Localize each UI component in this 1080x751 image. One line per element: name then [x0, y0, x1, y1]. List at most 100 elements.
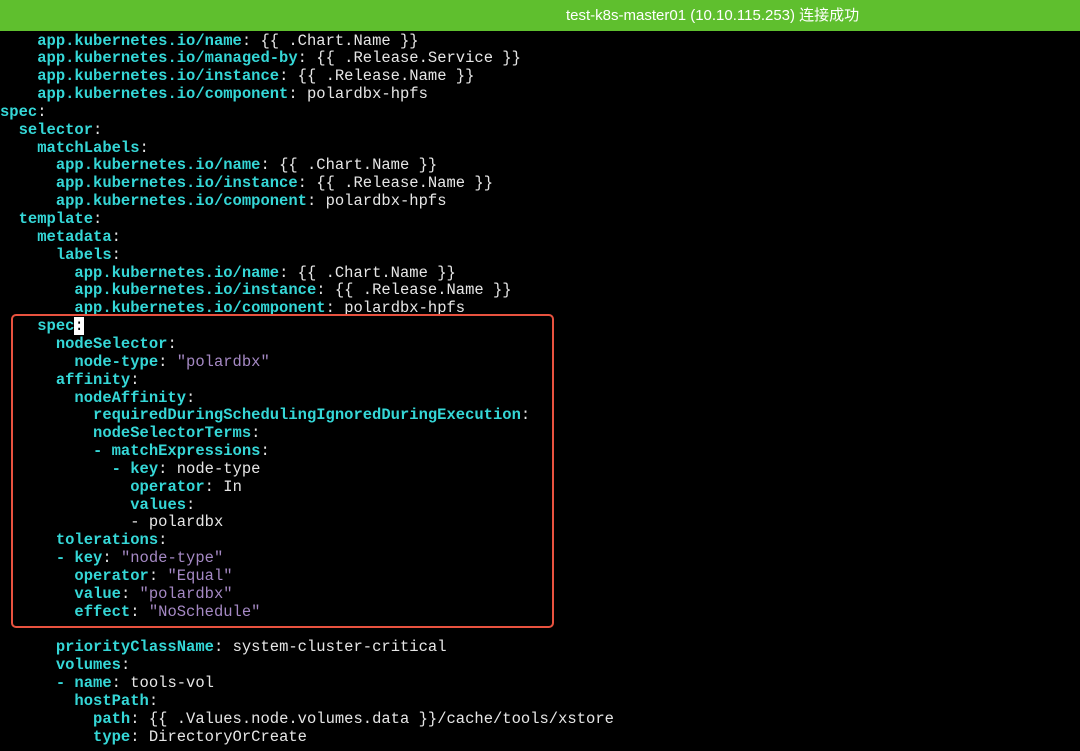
yaml-text [0, 281, 74, 299]
yaml-key: app.kubernetes.io/instance [74, 281, 317, 300]
terminal-line: affinity: [0, 371, 140, 389]
yaml-text: node-type [176, 459, 261, 478]
yaml-text: : [186, 495, 196, 514]
terminal-line: app.kubernetes.io/instance: {{ .Release.… [0, 281, 512, 300]
yaml-text [0, 442, 93, 460]
yaml-key: app.kubernetes.io/name [55, 156, 261, 175]
terminal-line: - key: node-type [0, 459, 261, 478]
yaml-text [0, 728, 93, 746]
yaml-key: key [74, 549, 103, 568]
yaml-key: app.kubernetes.io/instance [55, 174, 298, 193]
yaml-key: volumes [55, 656, 121, 675]
yaml-text: {{ .Release.Name }} [334, 281, 512, 300]
yaml-text: : [260, 442, 270, 461]
yaml-text: : [260, 156, 280, 175]
yaml-text: : [158, 531, 168, 550]
yaml-text: : [325, 299, 345, 318]
terminal-line: app.kubernetes.io/component: polardbx-hp… [0, 192, 447, 210]
yaml-string: "polardbx" [139, 584, 233, 603]
yaml-key: - [111, 459, 131, 478]
yaml-text: : [520, 406, 531, 425]
yaml-text: : [120, 656, 131, 675]
terminal-line: app.kubernetes.io/instance: {{ .Release.… [0, 174, 493, 192]
yaml-key: nodeSelector [55, 334, 168, 353]
terminal-line: - key: "node-type" [0, 549, 223, 567]
terminal-line: selector: [0, 120, 103, 139]
terminal-line: requiredDuringSchedulingIgnoredDuringExe… [0, 406, 530, 424]
yaml-text [0, 299, 74, 317]
terminal-line: operator: "Equal" [0, 567, 232, 585]
yaml-key: - [93, 442, 112, 461]
connection-status-text: test-k8s-master01 (10.10.115.253) 连接成功 [566, 7, 860, 24]
yaml-text [0, 531, 56, 549]
yaml-key: path [93, 709, 131, 728]
yaml-text: : [130, 709, 149, 728]
terminal-line: tolerations: [0, 531, 168, 550]
yaml-text [0, 85, 37, 103]
terminal-line: nodeAffinity: [0, 389, 195, 407]
yaml-text [0, 121, 19, 139]
yaml-key: nodeSelectorTerms [93, 424, 252, 443]
yaml-text: polardbx-hpfs [344, 299, 466, 318]
yaml-text [0, 174, 56, 192]
yaml-text: : [139, 138, 149, 157]
yaml-text: : [186, 388, 196, 407]
terminal-line: nodeSelector: [0, 335, 177, 353]
yaml-text [0, 67, 37, 85]
yaml-key: app.kubernetes.io/component [74, 299, 326, 318]
yaml-key: node-type [74, 352, 159, 371]
terminal-line: matchLabels: [0, 139, 149, 157]
yaml-text: : [148, 567, 168, 585]
yaml-key: app.kubernetes.io/name [37, 31, 242, 50]
yaml-key: priorityClassName [55, 638, 214, 657]
connection-status-banner: test-k8s-master01 (10.10.115.253) 连接成功 [0, 0, 1080, 31]
yaml-text: {{ .Values.node.volumes.data }}/cache/to… [148, 709, 614, 728]
yaml-key: name [74, 674, 112, 693]
yaml-key: app.kubernetes.io/name [74, 263, 280, 282]
yaml-text [0, 139, 37, 157]
yaml-text: : [279, 67, 298, 86]
yaml-text: : [297, 174, 317, 193]
yaml-text: : [130, 370, 140, 389]
yaml-text: : [130, 727, 149, 746]
yaml-text: : [93, 120, 103, 139]
yaml-text [0, 710, 93, 728]
yaml-key: matchLabels [37, 138, 140, 157]
terminal-line: app.kubernetes.io/name: {{ .Chart.Name }… [0, 31, 418, 50]
yaml-text [0, 496, 130, 514]
yaml-key: metadata [37, 227, 112, 246]
yaml-text [0, 49, 37, 67]
yaml-text: {{ .Release.Name }} [297, 67, 475, 86]
terminal-output[interactable]: app.kubernetes.io/name: {{ .Chart.Name }… [0, 31, 1080, 751]
yaml-text [0, 692, 74, 710]
yaml-key: effect [74, 602, 131, 621]
terminal-line: spec: [0, 317, 84, 336]
yaml-text: : [251, 424, 261, 443]
yaml-key: template [18, 210, 94, 228]
yaml-key: spec [0, 102, 38, 121]
yaml-text: {{ .Chart.Name }} [297, 263, 456, 282]
yaml-key: operator [130, 477, 205, 496]
yaml-text: : [102, 549, 121, 568]
yaml-text [0, 585, 74, 603]
yaml-key: app.kubernetes.io/instance [37, 67, 280, 86]
terminal-line: type: DirectoryOrCreate [0, 728, 307, 746]
yaml-text [0, 638, 56, 656]
terminal-line: - matchExpressions: [0, 442, 270, 460]
yaml-key: - [55, 674, 75, 693]
yaml-text [0, 210, 19, 228]
cursor-char: : [74, 317, 84, 336]
yaml-key: hostPath [74, 691, 149, 710]
yaml-key: selector [18, 120, 94, 139]
terminal-line: app.kubernetes.io/name: {{ .Chart.Name }… [0, 263, 456, 282]
yaml-text: : [204, 477, 224, 496]
yaml-key: - [55, 549, 75, 568]
yaml-text [0, 264, 74, 282]
terminal-line: nodeSelectorTerms: [0, 424, 260, 442]
yaml-text: : [288, 85, 307, 104]
terminal-line: app.kubernetes.io/name: {{ .Chart.Name }… [0, 156, 437, 174]
yaml-text: : [241, 31, 261, 50]
yaml-string: "polardbx" [176, 352, 270, 371]
yaml-key: app.kubernetes.io/component [55, 192, 307, 211]
yaml-text: : [148, 691, 159, 710]
